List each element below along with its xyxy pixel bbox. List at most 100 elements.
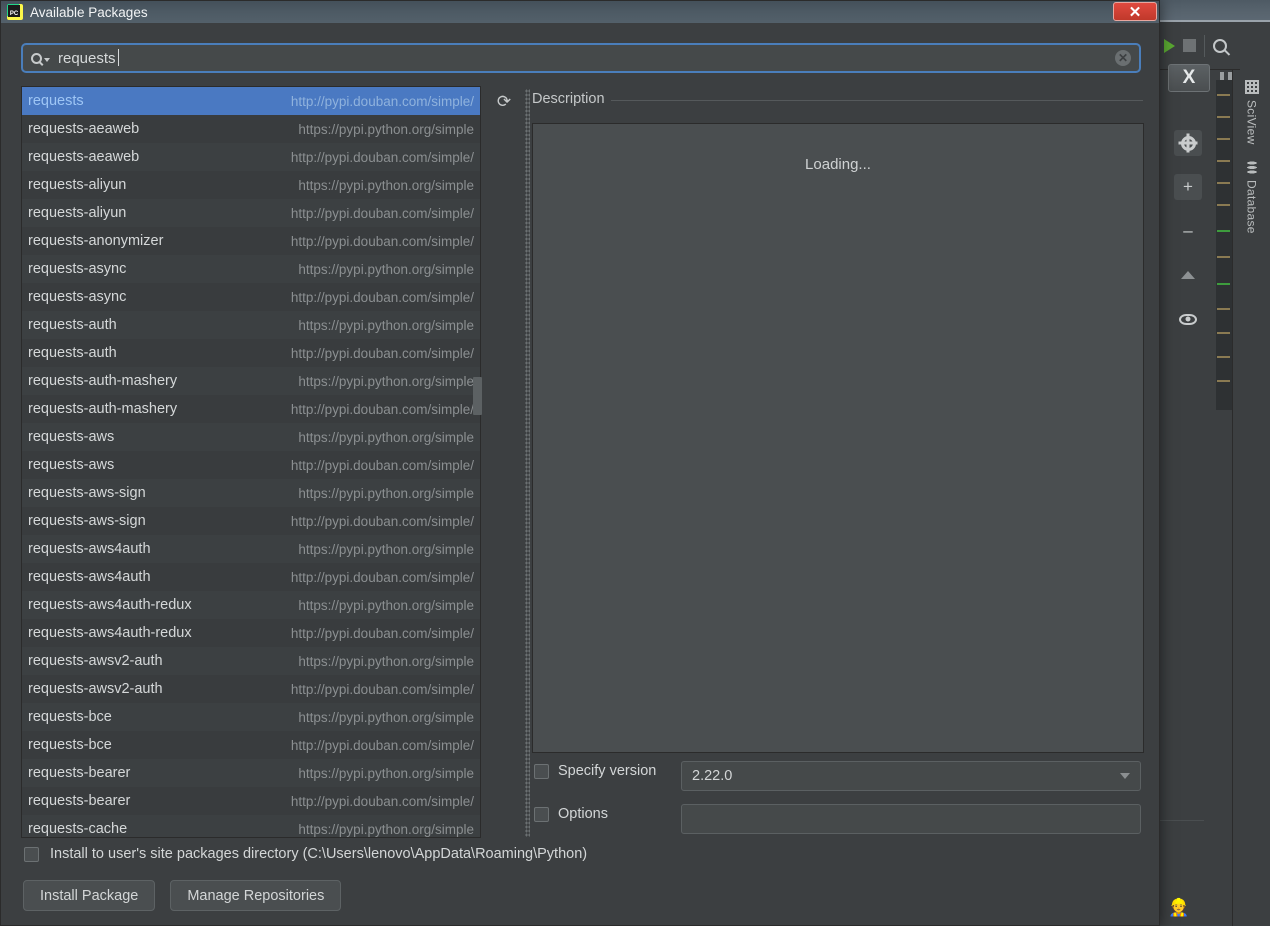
package-list-item[interactable]: requests-aws4auth https://pypi.python.org… bbox=[22, 535, 480, 563]
package-list-item[interactable]: requests-aliyun http://pypi.douban.com/si… bbox=[22, 199, 480, 227]
package-list-item[interactable]: requests-aws4auth http://pypi.douban.com/… bbox=[22, 563, 480, 591]
package-repository: http://pypi.douban.com/simple/ bbox=[290, 205, 474, 221]
ide-close-tool-button[interactable]: X bbox=[1168, 64, 1210, 92]
package-repository: https://pypi.python.org/simple bbox=[298, 597, 474, 613]
package-list-item[interactable]: requests-aws4auth-redux http://pypi.douba… bbox=[22, 619, 480, 647]
package-repository: http://pypi.douban.com/simple/ bbox=[290, 737, 474, 753]
package-repository: https://pypi.python.org/simple bbox=[298, 317, 474, 333]
editor-minimap[interactable] bbox=[1216, 80, 1232, 410]
package-repository: http://pypi.douban.com/simple/ bbox=[290, 569, 474, 585]
options-input[interactable] bbox=[681, 804, 1141, 834]
grid-icon bbox=[1244, 80, 1259, 94]
package-name: requests-aws4auth-redux bbox=[28, 597, 192, 613]
package-name: requests-async bbox=[28, 261, 127, 277]
package-list-item[interactable]: requests-auth http://pypi.douban.com/simp… bbox=[22, 339, 480, 367]
package-list-item[interactable]: requests-aliyun https://pypi.python.org/s… bbox=[22, 171, 480, 199]
install-package-button[interactable]: Install Package bbox=[23, 880, 156, 911]
package-repository: http://pypi.douban.com/simple/ bbox=[290, 149, 474, 165]
gear-icon[interactable] bbox=[1174, 130, 1202, 156]
sidebar-item-label: SciView bbox=[1244, 100, 1259, 145]
package-list-item[interactable]: requests-async https://pypi.python.org/si… bbox=[22, 255, 480, 283]
package-name: requests-bearer bbox=[28, 793, 131, 809]
package-repository: https://pypi.python.org/simple bbox=[298, 261, 474, 277]
scrollbar-thumb[interactable] bbox=[473, 377, 482, 415]
package-repository: https://pypi.python.org/simple bbox=[298, 177, 474, 193]
panel-splitter[interactable] bbox=[525, 89, 530, 837]
package-name: requests-aws bbox=[28, 429, 115, 445]
minus-icon[interactable]: – bbox=[1174, 218, 1202, 244]
package-list-item[interactable]: requests-async http://pypi.douban.com/sim… bbox=[22, 283, 480, 311]
package-repository: http://pypi.douban.com/simple/ bbox=[290, 401, 474, 417]
triangle-up-icon[interactable] bbox=[1174, 262, 1202, 288]
package-list-item[interactable]: requests-bce http://pypi.douban.com/simpl… bbox=[22, 731, 480, 759]
dialog-title: Available Packages bbox=[30, 4, 148, 20]
toolbar-divider bbox=[1204, 34, 1205, 57]
package-repository: https://pypi.python.org/simple bbox=[298, 821, 474, 837]
package-list-item[interactable]: requests-auth-mashery http://pypi.douban.… bbox=[22, 395, 480, 423]
stop-icon[interactable] bbox=[1183, 39, 1196, 52]
plus-icon[interactable]: + bbox=[1174, 174, 1202, 200]
package-list-item[interactable]: requests-aeaweb http://pypi.douban.com/si… bbox=[22, 143, 480, 171]
package-name: requests-awsv2-auth bbox=[28, 681, 163, 697]
options-checkbox[interactable] bbox=[534, 806, 549, 822]
package-list-item[interactable]: requests-awsv2-auth https://pypi.python.o… bbox=[22, 647, 480, 675]
package-list-item[interactable]: requests-aws http://pypi.douban.com/simpl… bbox=[22, 451, 480, 479]
manage-repositories-button[interactable]: Manage Repositories bbox=[170, 880, 342, 911]
run-icon[interactable] bbox=[1164, 38, 1175, 53]
package-repository: http://pypi.douban.com/simple/ bbox=[290, 233, 474, 249]
package-list-item[interactable]: requests-awsv2-auth http://pypi.douban.co… bbox=[22, 675, 480, 703]
install-to-user-site-label: Install to user's site packages director… bbox=[50, 846, 588, 862]
ide-bottom-panel: 👷 bbox=[1158, 820, 1204, 926]
package-name: requests-aws-sign bbox=[28, 513, 146, 529]
database-icon bbox=[1243, 160, 1260, 174]
package-list-item[interactable]: requests-auth https://pypi.python.org/sim… bbox=[22, 311, 480, 339]
package-list-item[interactable]: requests-aws-sign https://pypi.python.org… bbox=[22, 479, 480, 507]
package-list-item[interactable]: requests-aws-sign http://pypi.douban.com/… bbox=[22, 507, 480, 535]
sidebar-item-sciview[interactable]: SciView bbox=[1244, 80, 1259, 145]
package-repository: https://pypi.python.org/simple bbox=[298, 765, 474, 781]
ide-right-tool-strip: SciView Database bbox=[1232, 70, 1270, 926]
package-list-item[interactable]: requests-aws4auth-redux https://pypi.pyth… bbox=[22, 591, 480, 619]
package-list-item[interactable]: requests-aeaweb https://pypi.python.org/s… bbox=[22, 115, 480, 143]
package-list-item[interactable]: requests-cache https://pypi.python.org/si… bbox=[22, 815, 480, 837]
package-repository: http://pypi.douban.com/simple/ bbox=[290, 457, 474, 473]
package-list-item[interactable]: requests http://pypi.douban.com/simple/ bbox=[22, 87, 480, 115]
search-icon[interactable] bbox=[1213, 38, 1227, 53]
package-name: requests-awsv2-auth bbox=[28, 653, 163, 669]
package-list-scrollbar[interactable] bbox=[473, 87, 482, 837]
options-row: Options bbox=[534, 806, 608, 822]
search-icon bbox=[31, 52, 42, 64]
package-name: requests-bce bbox=[28, 709, 112, 725]
package-list-item[interactable]: requests-aws https://pypi.python.org/simp… bbox=[22, 423, 480, 451]
description-label: Description bbox=[532, 91, 611, 107]
search-input[interactable]: requests ✕ bbox=[21, 43, 1141, 73]
package-name: requests-aws bbox=[28, 457, 115, 473]
version-select[interactable]: 2.22.0 bbox=[681, 761, 1141, 791]
package-name: requests-aeaweb bbox=[28, 121, 140, 137]
package-list-item[interactable]: requests-bce https://pypi.python.org/simp… bbox=[22, 703, 480, 731]
sidebar-item-database[interactable]: Database bbox=[1243, 160, 1260, 233]
person-icon[interactable]: 👷 bbox=[1168, 898, 1190, 920]
eye-icon[interactable] bbox=[1174, 306, 1202, 332]
package-repository: https://pypi.python.org/simple bbox=[298, 709, 474, 725]
options-label: Options bbox=[558, 806, 608, 822]
specify-version-checkbox[interactable] bbox=[534, 763, 549, 779]
install-to-user-site-checkbox[interactable] bbox=[24, 846, 39, 862]
close-icon[interactable]: ✕ bbox=[1113, 2, 1157, 21]
package-list-item[interactable]: requests-auth-mashery https://pypi.python… bbox=[22, 367, 480, 395]
install-to-user-site-row: Install to user's site packages director… bbox=[24, 846, 587, 862]
clear-icon[interactable]: ✕ bbox=[1115, 50, 1131, 66]
package-name: requests-aws4auth bbox=[28, 569, 151, 585]
package-list[interactable]: requests http://pypi.douban.com/simple/re… bbox=[21, 86, 481, 838]
package-list-item[interactable]: requests-bearer http://pypi.douban.com/si… bbox=[22, 787, 480, 815]
package-list-item[interactable]: requests-anonymizer http://pypi.douban.co… bbox=[22, 227, 480, 255]
package-list-item[interactable]: requests-bearer https://pypi.python.org/s… bbox=[22, 759, 480, 787]
package-repository: https://pypi.python.org/simple bbox=[298, 541, 474, 557]
ide-toolbar bbox=[1160, 22, 1240, 70]
package-repository: http://pypi.douban.com/simple/ bbox=[290, 681, 474, 697]
refresh-icon[interactable]: ⟳ bbox=[491, 89, 517, 115]
package-name: requests-auth-mashery bbox=[28, 373, 178, 389]
package-name: requests-auth bbox=[28, 345, 117, 361]
search-input-value: requests bbox=[58, 48, 119, 67]
chevron-down-icon[interactable] bbox=[44, 58, 50, 62]
